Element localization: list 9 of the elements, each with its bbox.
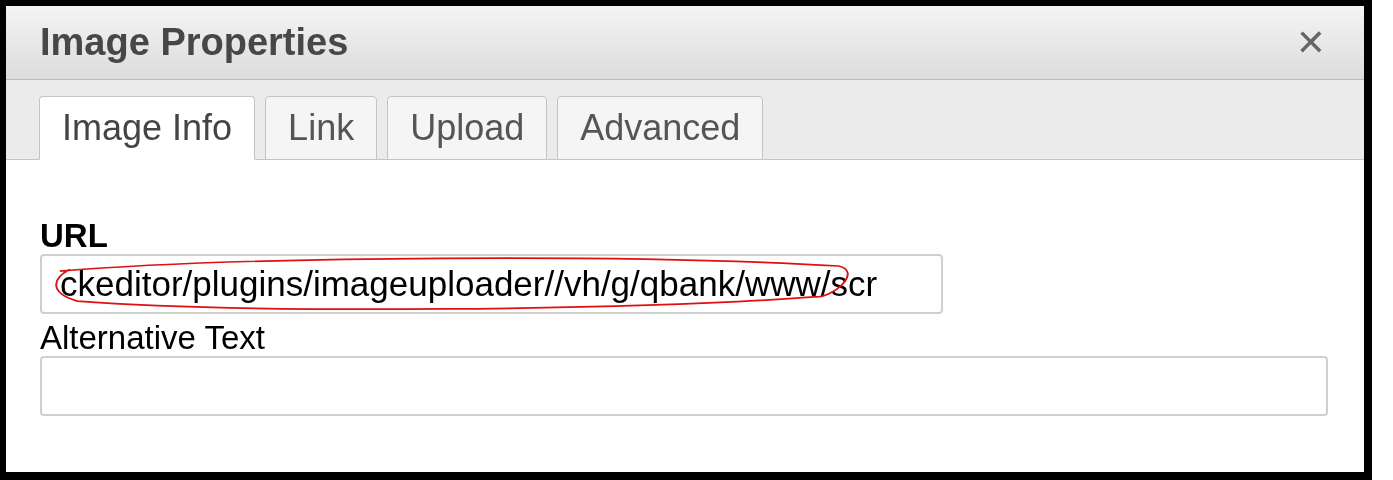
tab[interactable]: Image Info — [39, 96, 256, 160]
tab[interactable]: Link — [265, 96, 378, 160]
field-label: Alternative Text — [40, 320, 266, 356]
close-button[interactable]: ✕ — [1289, 22, 1332, 63]
tab[interactable]: Advanced — [557, 96, 764, 160]
tab[interactable]: Upload — [387, 96, 548, 160]
input-field[interactable] — [40, 356, 1328, 416]
dialog-title: Image Properties — [40, 21, 349, 64]
field-label: URL — [40, 218, 109, 254]
